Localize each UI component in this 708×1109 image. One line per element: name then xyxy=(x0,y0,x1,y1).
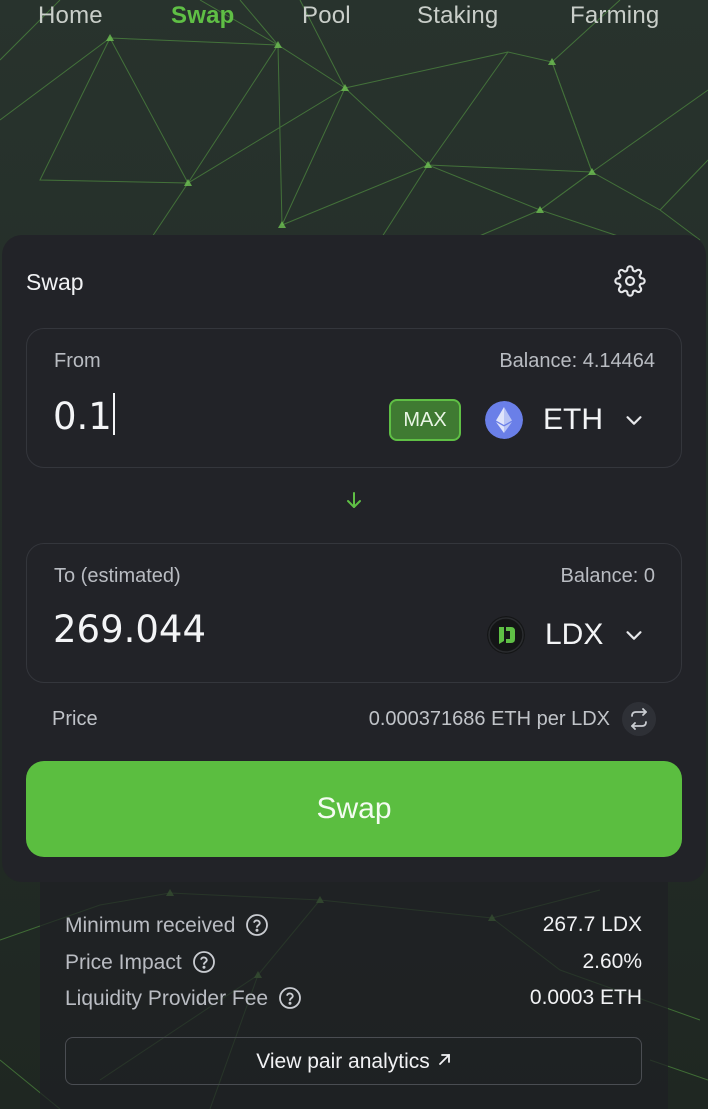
from-balance: Balance: 4.14464 xyxy=(499,350,655,372)
to-amount-input[interactable]: 269.044 xyxy=(53,608,206,651)
help-icon[interactable] xyxy=(278,986,302,1010)
to-token-selector[interactable]: LDX xyxy=(545,616,603,654)
from-panel: From Balance: 4.14464 0.1 MAX ETH xyxy=(26,328,682,468)
swap-card: Swap From Balance: 4.14464 0.1 MAX ETH T… xyxy=(2,235,706,882)
help-icon[interactable] xyxy=(245,913,269,937)
price-value: 0.000371686 ETH per LDX xyxy=(368,708,610,730)
view-pair-analytics-link[interactable]: View pair analytics xyxy=(65,1037,642,1085)
lp-fee-value: 0.0003 ETH xyxy=(529,986,642,1009)
minimum-received-value: 267.7 LDX xyxy=(542,913,642,936)
ldx-icon xyxy=(487,616,525,654)
trade-details: Minimum received 267.7 LDX Price Impact … xyxy=(40,882,668,1109)
text-caret xyxy=(112,393,115,435)
help-icon[interactable] xyxy=(192,950,216,974)
minimum-received-row: Minimum received 267.7 LDX xyxy=(65,913,642,943)
price-label: Price xyxy=(52,708,98,730)
top-nav: Home Swap Pool Staking Farming xyxy=(0,0,708,40)
from-token-selector[interactable]: ETH xyxy=(543,401,603,439)
lp-fee-label: Liquidity Provider Fee xyxy=(65,987,269,1010)
chevron-down-icon[interactable] xyxy=(623,624,645,646)
chevron-down-icon[interactable] xyxy=(623,409,645,431)
ethereum-icon xyxy=(485,401,523,439)
max-button[interactable]: MAX xyxy=(389,399,461,441)
price-impact-value: 2.60% xyxy=(582,950,642,973)
from-label: From xyxy=(54,350,101,372)
minimum-received-label: Minimum received xyxy=(65,914,236,937)
swap-title: Swap xyxy=(26,269,84,295)
to-balance: Balance: 0 xyxy=(560,565,655,587)
gear-icon[interactable] xyxy=(614,265,646,297)
to-label: To (estimated) xyxy=(54,565,181,587)
to-panel: To (estimated) Balance: 0 269.044 LDX xyxy=(26,543,682,683)
price-impact-row: Price Impact 2.60% xyxy=(65,950,642,980)
external-link-icon xyxy=(438,1054,450,1065)
price-impact-label: Price Impact xyxy=(65,951,182,974)
lp-fee-row: Liquidity Provider Fee 0.0003 ETH xyxy=(65,986,642,1016)
nav-staking[interactable]: Staking xyxy=(417,2,498,30)
nav-swap[interactable]: Swap xyxy=(171,2,234,30)
swap-rate-icon[interactable] xyxy=(622,702,656,736)
arrow-down-icon[interactable] xyxy=(342,488,366,512)
swap-button[interactable]: Swap xyxy=(26,761,682,857)
from-amount-input[interactable]: 0.1 xyxy=(53,393,115,438)
nav-pool[interactable]: Pool xyxy=(302,2,351,30)
nav-farming[interactable]: Farming xyxy=(570,2,659,30)
nav-home[interactable]: Home xyxy=(38,2,103,30)
